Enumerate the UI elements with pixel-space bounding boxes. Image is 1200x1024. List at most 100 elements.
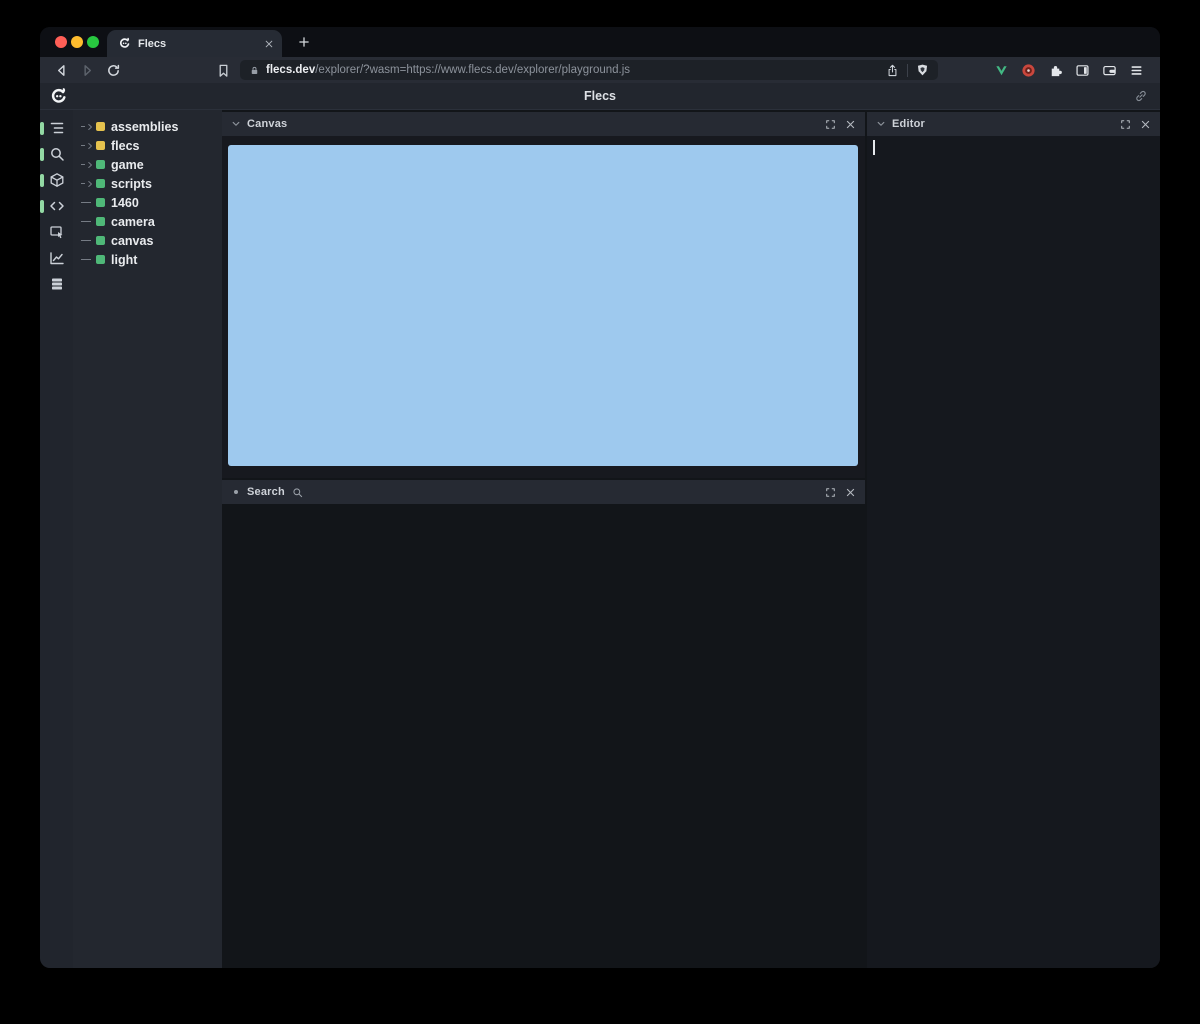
active-indicator [40, 122, 44, 135]
editor-cursor [873, 140, 875, 155]
flecs-favicon-icon [118, 37, 131, 50]
tree-item-scripts[interactable]: scripts [73, 174, 222, 193]
tree-item-light[interactable]: light [73, 250, 222, 269]
tab-strip: Flecs [40, 27, 1160, 57]
editor-column: Editor [867, 112, 1160, 968]
sidebar-item-entities[interactable] [40, 167, 73, 193]
editor-panel-header[interactable]: Editor [867, 112, 1160, 136]
canvas-panel-body [222, 136, 865, 478]
expand-chevron-icon[interactable] [81, 180, 94, 188]
entities-icon [49, 172, 65, 188]
canvas-panel-buttons [825, 119, 856, 130]
close-icon[interactable] [1140, 119, 1151, 130]
expand-chevron-icon[interactable] [81, 161, 94, 169]
leaf-dash-icon[interactable] [81, 221, 94, 222]
tree-item-1460[interactable]: 1460 [73, 193, 222, 212]
active-indicator [40, 200, 44, 213]
browser-toolbar: flecs.dev/explorer/?wasm=https://www.fle… [40, 57, 1160, 83]
chevron-down-icon[interactable] [231, 119, 241, 129]
back-button[interactable] [50, 60, 72, 80]
canvas-panel-title: Canvas [247, 118, 287, 130]
reload-button[interactable] [102, 60, 124, 80]
url-path: /explorer/?wasm=https://www.flecs.dev/ex… [315, 64, 630, 76]
tree-item-camera[interactable]: camera [73, 212, 222, 231]
tab-close-icon[interactable] [264, 39, 274, 49]
leaf-dash-icon[interactable] [81, 240, 94, 241]
browser-window: Flecs flecs.dev/explorer/?wasm=https://w… [40, 27, 1160, 968]
wallet-icon[interactable] [1099, 60, 1119, 80]
entity-color-swatch [96, 198, 105, 207]
code-icon [49, 198, 65, 214]
render-canvas[interactable] [228, 145, 858, 466]
editor-panel-title: Editor [892, 118, 925, 130]
close-icon[interactable] [845, 487, 856, 498]
canvas-panel-header[interactable]: Canvas [222, 112, 865, 136]
expand-chevron-icon[interactable] [81, 123, 94, 131]
sidebar-item-data[interactable] [40, 271, 73, 297]
tree-item-label: light [111, 253, 137, 267]
tree-item-label: flecs [111, 139, 140, 153]
sidebar-item-stats[interactable] [40, 245, 73, 271]
entity-color-swatch [96, 217, 105, 226]
bookmark-icon[interactable] [212, 60, 234, 80]
app-header: Flecs [40, 83, 1160, 110]
close-icon[interactable] [845, 119, 856, 130]
url-text: flecs.dev/explorer/?wasm=https://www.fle… [266, 64, 630, 76]
leaf-dash-icon[interactable] [81, 259, 94, 260]
lock-icon [249, 65, 260, 76]
search-icon [49, 146, 65, 162]
main-area: Canvas Search [222, 110, 1160, 968]
forward-button [76, 60, 98, 80]
vue-icon[interactable] [991, 60, 1011, 80]
tree-item-game[interactable]: game [73, 155, 222, 174]
urlbar-divider [907, 64, 908, 77]
share-icon[interactable] [886, 64, 899, 77]
fullscreen-icon[interactable] [1120, 119, 1131, 130]
search-panel-title: Search [247, 486, 285, 498]
sidebar-item-code[interactable] [40, 193, 73, 219]
entity-color-swatch [96, 236, 105, 245]
sidebar-item-tree[interactable] [40, 115, 73, 141]
new-tab-button[interactable] [292, 30, 316, 54]
fullscreen-icon[interactable] [825, 487, 836, 498]
search-panel-header[interactable]: Search [222, 480, 865, 504]
entity-color-swatch [96, 160, 105, 169]
entity-color-swatch [96, 179, 105, 188]
sidebar-item-search[interactable] [40, 141, 73, 167]
entity-color-swatch [96, 255, 105, 264]
minimize-window-button[interactable] [71, 36, 83, 48]
collapsed-dot-icon[interactable] [234, 490, 238, 494]
puzzle-icon[interactable] [1045, 60, 1065, 80]
leaf-dash-icon[interactable] [81, 202, 94, 203]
editor-panel-buttons [1120, 119, 1151, 130]
active-indicator [40, 148, 44, 161]
workspace: assemblies flecs game scripts 1460 camera canv… [40, 110, 1160, 968]
tree-item-assemblies[interactable]: assemblies [73, 117, 222, 136]
flecs-logo-icon [49, 87, 68, 106]
inspect-icon [49, 224, 65, 240]
browser-tab[interactable]: Flecs [107, 30, 282, 57]
tree-item-canvas[interactable]: canvas [73, 231, 222, 250]
entity-tree-panel: assemblies flecs game scripts 1460 camera canv… [73, 110, 222, 968]
tree-item-flecs[interactable]: flecs [73, 136, 222, 155]
chevron-down-icon[interactable] [876, 119, 886, 129]
close-window-button[interactable] [55, 36, 67, 48]
tree-item-label: camera [111, 215, 155, 229]
zoom-window-button[interactable] [87, 36, 99, 48]
tree-item-label: scripts [111, 177, 152, 191]
expand-chevron-icon[interactable] [81, 142, 94, 150]
nav-buttons [50, 60, 128, 80]
page-title: Flecs [584, 89, 616, 103]
url-bar[interactable]: flecs.dev/explorer/?wasm=https://www.fle… [240, 60, 938, 80]
data-icon [49, 276, 65, 292]
split-view-icon[interactable] [1072, 60, 1092, 80]
editor-input[interactable] [867, 136, 1160, 968]
tree-item-label: game [111, 158, 144, 172]
sidebar-item-inspect[interactable] [40, 219, 73, 245]
menu-icon[interactable] [1126, 60, 1146, 80]
record-icon[interactable] [1018, 60, 1038, 80]
fullscreen-icon[interactable] [825, 119, 836, 130]
entity-color-swatch [96, 122, 105, 131]
shield-icon[interactable] [916, 63, 929, 77]
link-icon[interactable] [1134, 89, 1148, 103]
